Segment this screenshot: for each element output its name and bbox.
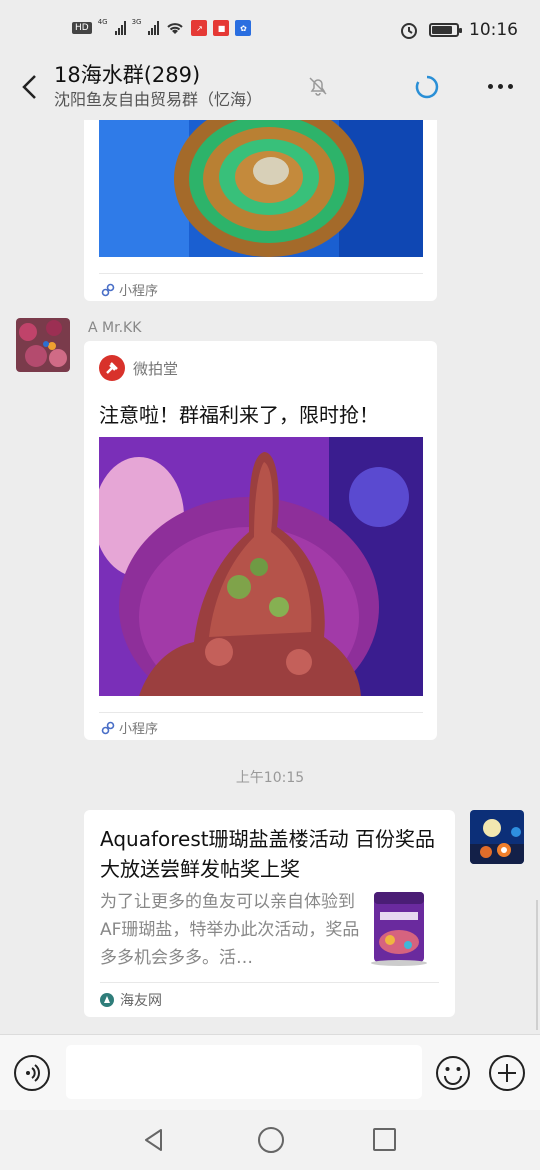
mini-program-app: 微拍堂 (99, 355, 178, 381)
message-timestamp: 上午10:15 (235, 770, 305, 786)
stock-app-icon: ↗ (191, 20, 208, 36)
card-divider-3 (100, 982, 439, 983)
message-input[interactable] (66, 1045, 422, 1099)
mini-program-title: 注意啦！群福利来了，限时抢！ (99, 403, 379, 427)
chat-title-block[interactable]: 18海水群(289) 沈阳鱼友自由贸易群（忆海） (54, 62, 262, 110)
news-app-icon: ■ (213, 20, 230, 36)
nav-back-icon[interactable] (140, 1126, 168, 1154)
voice-icon (26, 1064, 40, 1082)
mini-program-label-2: 小程序 (119, 722, 159, 737)
signal-icon-2 (148, 21, 160, 35)
mini-program-card-partial[interactable]: 小程序 (84, 120, 437, 301)
battery-icon (429, 23, 462, 37)
nav-recents-icon[interactable] (373, 1128, 396, 1151)
mini-program-app-name: 微拍堂 (133, 359, 179, 378)
signal-icon (114, 21, 126, 35)
group-subtitle: 沈阳鱼友自由贸易群（忆海） (54, 90, 263, 109)
system-navigation-bar (0, 1110, 540, 1170)
mini-program-label: 小程序 (119, 284, 159, 299)
link-source: 海友网 (100, 990, 162, 1010)
mini-program-footer: 小程序 (101, 280, 158, 299)
status-icons-right: 10:16 (399, 20, 518, 40)
coral-image (99, 120, 423, 257)
voice-input-button[interactable] (14, 1055, 50, 1091)
mini-program-footer-2: 小程序 (101, 718, 158, 737)
weipaitang-logo-icon (99, 355, 125, 381)
link-card[interactable]: Aquaforest珊瑚盐盖楼活动 百份奖品大放送尝鲜发帖奖上奖 为了让更多的鱼… (84, 810, 455, 1017)
chat-messages: 小程序 A Mr.KK 微拍堂 注意啦！群福利来了，限时抢！ 小程序 上午10:… (0, 120, 540, 1034)
chat-header: 18海水群(289) 沈阳鱼友自由贸易群（忆海） (0, 60, 540, 120)
emoji-button[interactable] (435, 1055, 471, 1091)
haiyou-logo-icon (100, 993, 114, 1007)
mini-program-card[interactable]: 微拍堂 注意啦！群福利来了，限时抢！ 小程序 (84, 341, 437, 740)
more-functions-button[interactable] (489, 1055, 525, 1091)
network-3g-label: 3G (131, 18, 142, 26)
chat-input-bar (0, 1034, 540, 1110)
salt-bag-thumbnail (371, 892, 427, 966)
alarm-icon (401, 23, 417, 39)
avatar-self[interactable] (470, 810, 524, 864)
status-bar: HD 4G 3G ↗ ■ ✿ 10:16 (0, 0, 540, 60)
link-source-name: 海友网 (120, 993, 162, 1009)
mute-bell-icon (309, 77, 327, 96)
status-icons-left: HD 4G 3G ↗ ■ ✿ (72, 18, 252, 36)
link-description: 为了让更多的鱼友可以亲自体验到AF珊瑚盐，特举办此次活动，奖品多多机会多多。活… (100, 892, 360, 968)
group-name: 18海水群(289) (54, 63, 201, 87)
mini-program-icon (101, 283, 115, 296)
link-title: Aquaforest珊瑚盐盖楼活动 百份奖品大放送尝鲜发帖奖上奖 (100, 827, 435, 881)
chevron-left-icon (22, 75, 36, 99)
sender-name: A Mr.KK (88, 320, 142, 336)
card-divider (99, 273, 423, 274)
loading-spinner-icon (415, 75, 439, 99)
wifi-icon (167, 23, 184, 34)
back-button[interactable] (14, 70, 44, 104)
clock-time: 10:16 (469, 20, 518, 40)
card-divider-2 (99, 712, 423, 713)
hd-badge: HD (72, 22, 92, 34)
avatar-mr-kk[interactable] (16, 318, 70, 372)
more-options-button[interactable] (488, 84, 513, 89)
coral-image-2 (99, 437, 423, 696)
network-4g-label: 4G (97, 18, 108, 26)
mini-program-icon-2 (101, 721, 115, 734)
nav-home-icon[interactable] (258, 1127, 284, 1153)
baidu-app-icon: ✿ (235, 20, 252, 36)
scroll-indicator[interactable] (536, 900, 538, 1030)
